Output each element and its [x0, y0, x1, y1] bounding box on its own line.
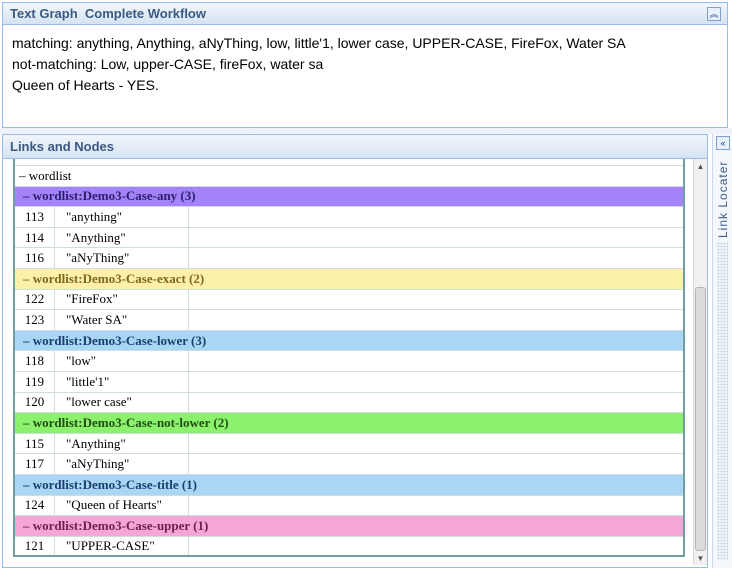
table-row[interactable]: 118 "low" [15, 351, 683, 372]
text-graph-panel-header: Text Graph Complete Workflow ︽ [3, 3, 727, 25]
scroll-up-icon[interactable]: ▲ [694, 159, 707, 173]
node-text: "little'1" [55, 371, 189, 392]
table-row[interactable]: 115 "Anything" [15, 433, 683, 455]
matching-line: matching: anything, Anything, aNyThing, … [12, 35, 626, 51]
group-row[interactable]: – wordlist:Demo3-Case-not-lower (2) [15, 413, 683, 434]
partial-row [15, 159, 683, 166]
node-id: 117 [15, 454, 55, 474]
collapse-up-icon[interactable]: ︽ [707, 7, 721, 21]
node-text: "Queen of Hearts" [55, 495, 189, 516]
group-row[interactable]: – wordlist:Demo3-Case-title (1) [15, 474, 683, 496]
node-id: 123 [15, 310, 55, 330]
text-graph-body: matching: anything, Anything, aNyThing, … [3, 25, 727, 104]
node-id: 122 [15, 289, 55, 310]
table-row[interactable]: 119 "little'1" [15, 371, 683, 393]
node-text: "aNyThing" [55, 454, 189, 474]
table-row[interactable]: 123 "Water SA" [15, 310, 683, 331]
group-row[interactable]: – wordlist:Demo3-Case-upper (1) [15, 516, 683, 537]
table-row[interactable]: 122 "FireFox" [15, 289, 683, 311]
node-id: 114 [15, 227, 55, 248]
table-row[interactable]: 116 "aNyThing" [15, 248, 683, 269]
table-row[interactable]: 113 "anything" [15, 207, 683, 228]
node-id: 115 [15, 433, 55, 454]
scrollbar-thumb[interactable] [695, 287, 706, 551]
table-row[interactable]: 121 "UPPER-CASE" [15, 536, 683, 555]
node-tree: – wordlist – wordlist:Demo3-Case-any (3)… [13, 159, 685, 557]
link-locater-panel[interactable]: « Link Locater [712, 134, 732, 568]
table-row[interactable]: 124 "Queen of Hearts" [15, 495, 683, 517]
text-graph-panel-title: Text Graph Complete Workflow [10, 6, 206, 21]
links-and-nodes-title: Links and Nodes [10, 139, 115, 154]
node-text: "low" [55, 351, 189, 371]
collapse-right-icon[interactable]: « [716, 136, 730, 150]
vertical-scrollbar[interactable]: ▲ ▼ [693, 159, 707, 565]
table-row[interactable]: 120 "lower case" [15, 392, 683, 414]
node-id: 119 [15, 371, 55, 392]
node-text: "Anything" [55, 227, 189, 248]
link-locater-label: Link Locater [716, 160, 730, 238]
not-matching-line: not-matching: Low, upper-CASE, fireFox, … [12, 56, 324, 72]
node-text: "UPPER-CASE" [55, 536, 189, 555]
group-list: – wordlist:Demo3-Case-any (3) 113 "anythin… [15, 186, 683, 555]
node-id: 118 [15, 351, 55, 371]
node-text: "anything" [55, 207, 189, 227]
links-and-nodes-header: Links and Nodes [3, 135, 707, 159]
links-and-nodes-panel: Links and Nodes – wordlist – wordlist:De… [2, 134, 708, 568]
table-row[interactable]: 114 "Anything" [15, 227, 683, 249]
node-id: 116 [15, 248, 55, 268]
node-text: "lower case" [55, 392, 189, 413]
link-locater-grip [717, 242, 728, 560]
result-line: Queen of Hearts - YES. [12, 77, 159, 93]
node-text: "aNyThing" [55, 248, 189, 268]
node-id: 121 [15, 536, 55, 555]
node-id: 124 [15, 495, 55, 516]
group-row[interactable]: – wordlist:Demo3-Case-exact (2) [15, 268, 683, 290]
text-graph-panel: Text Graph Complete Workflow ︽ matching:… [2, 2, 728, 128]
node-id: 113 [15, 207, 55, 227]
node-id: 120 [15, 392, 55, 413]
group-row[interactable]: – wordlist:Demo3-Case-any (3) [15, 186, 683, 208]
scroll-down-icon[interactable]: ▼ [694, 551, 707, 565]
tree-root-wordlist[interactable]: – wordlist [15, 166, 683, 187]
group-row[interactable]: – wordlist:Demo3-Case-lower (3) [15, 330, 683, 352]
node-text: "Water SA" [55, 310, 189, 330]
node-text: "FireFox" [55, 289, 189, 310]
table-row[interactable]: 117 "aNyThing" [15, 454, 683, 475]
node-text: "Anything" [55, 433, 189, 454]
